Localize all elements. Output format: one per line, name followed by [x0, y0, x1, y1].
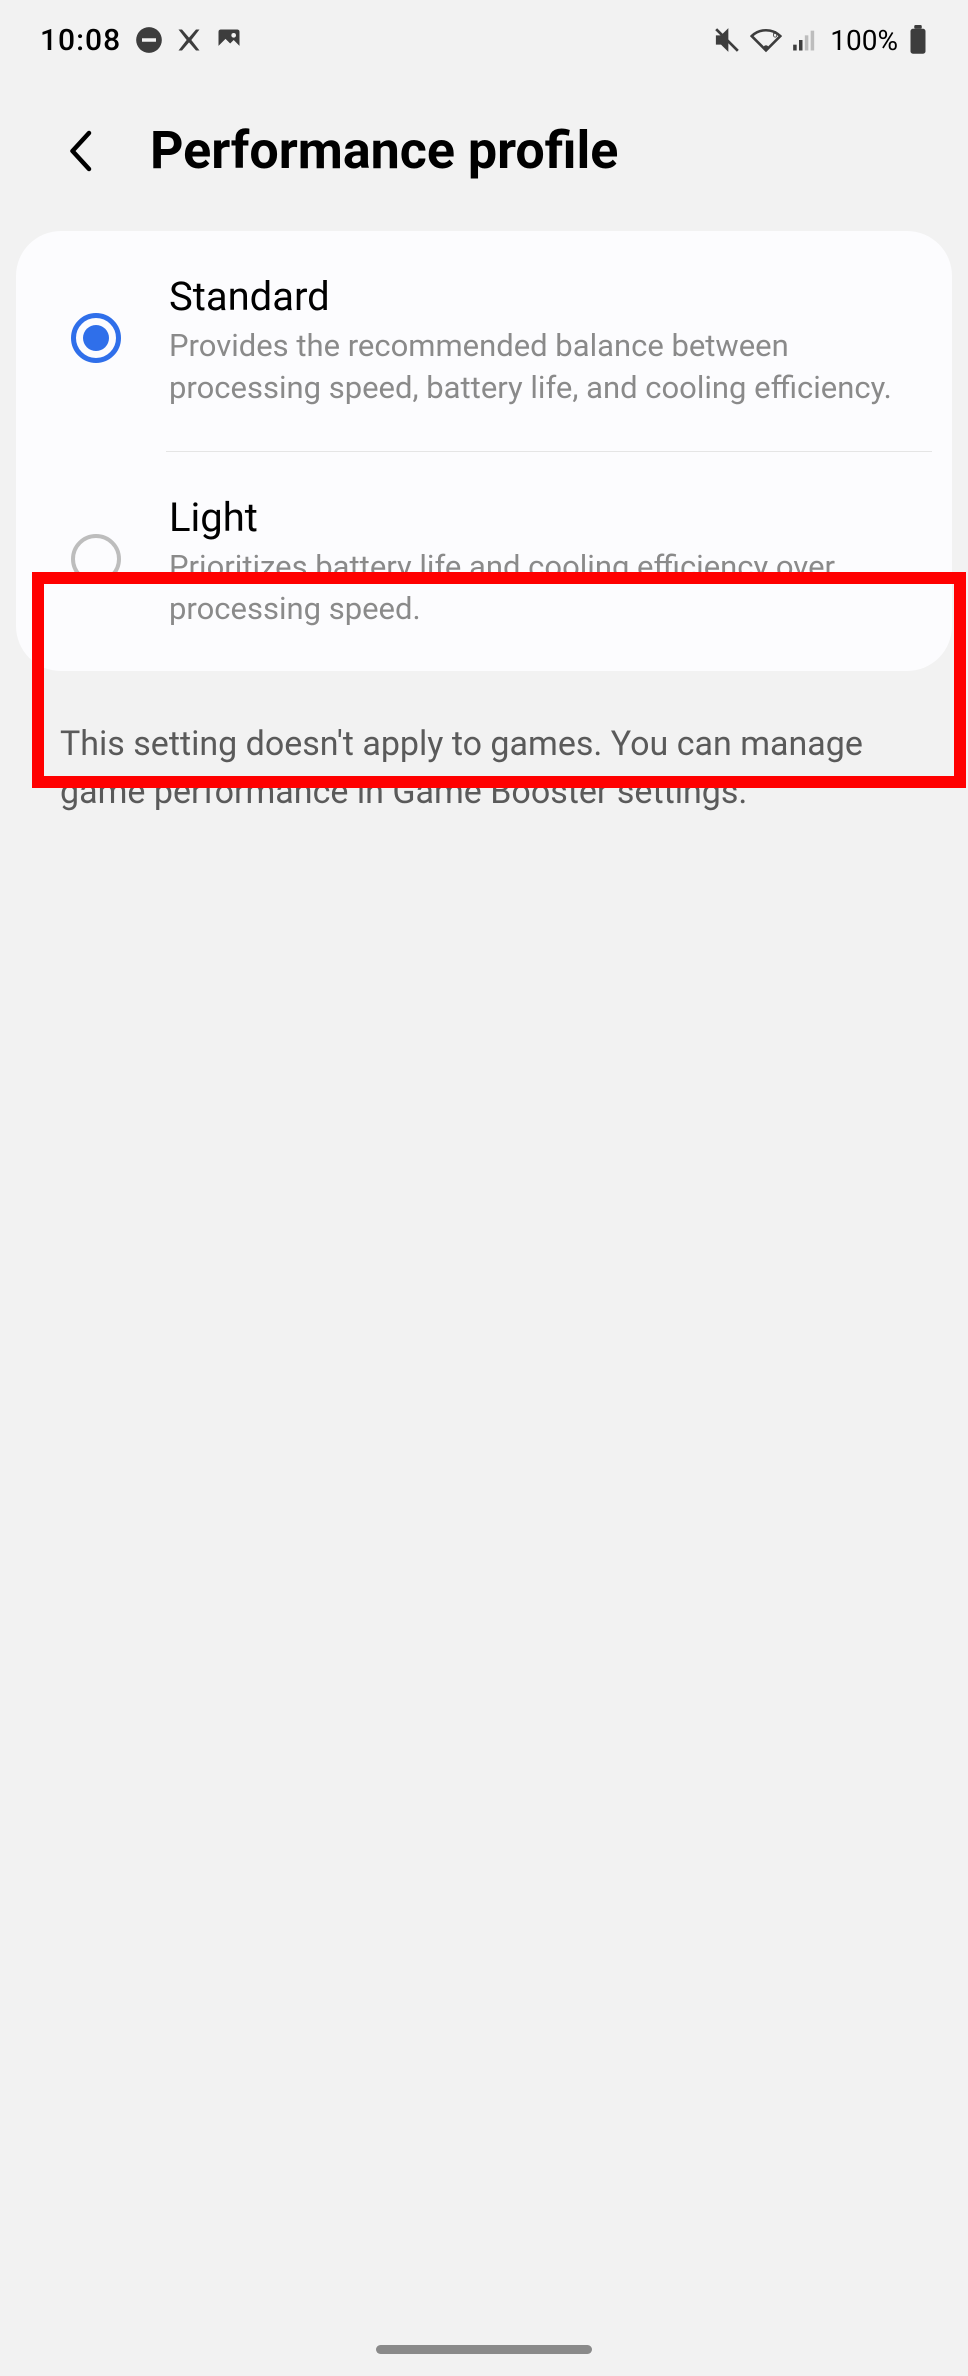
chevron-left-icon — [67, 130, 93, 172]
option-title: Standard — [169, 273, 902, 320]
battery-icon — [908, 25, 928, 55]
radio-unselected-icon — [71, 534, 121, 584]
back-button[interactable] — [60, 131, 100, 171]
image-icon — [215, 26, 243, 54]
svg-text:6: 6 — [773, 30, 778, 40]
options-card: Standard Provides the recommended balanc… — [16, 231, 952, 671]
option-text: Standard Provides the recommended balanc… — [169, 273, 902, 409]
mute-icon — [714, 27, 740, 53]
battery-percentage: 100% — [830, 24, 898, 57]
status-bar: 10:08 6 100% — [0, 0, 968, 80]
option-title: Light — [169, 494, 902, 541]
option-light[interactable]: Light Prioritizes battery life and cooli… — [16, 452, 952, 672]
wifi-icon: 6 — [750, 27, 782, 53]
dnd-icon — [135, 26, 163, 54]
option-description: Provides the recommended balance between… — [169, 325, 902, 409]
option-standard[interactable]: Standard Provides the recommended balanc… — [16, 231, 952, 451]
status-time: 10:08 — [40, 23, 121, 58]
footer-note: This setting doesn't apply to games. You… — [0, 671, 968, 866]
status-notification-icons — [135, 26, 243, 54]
option-text: Light Prioritizes battery life and cooli… — [169, 494, 902, 630]
nav-handle[interactable] — [376, 2345, 592, 2354]
x-icon — [175, 26, 203, 54]
page-title: Performance profile — [150, 120, 618, 181]
radio-selected-icon — [71, 313, 121, 363]
signal-icon — [792, 27, 820, 53]
status-right: 6 100% — [714, 24, 928, 57]
page-header: Performance profile — [0, 80, 968, 231]
status-left: 10:08 — [40, 23, 243, 58]
option-description: Prioritizes battery life and cooling eff… — [169, 546, 902, 630]
